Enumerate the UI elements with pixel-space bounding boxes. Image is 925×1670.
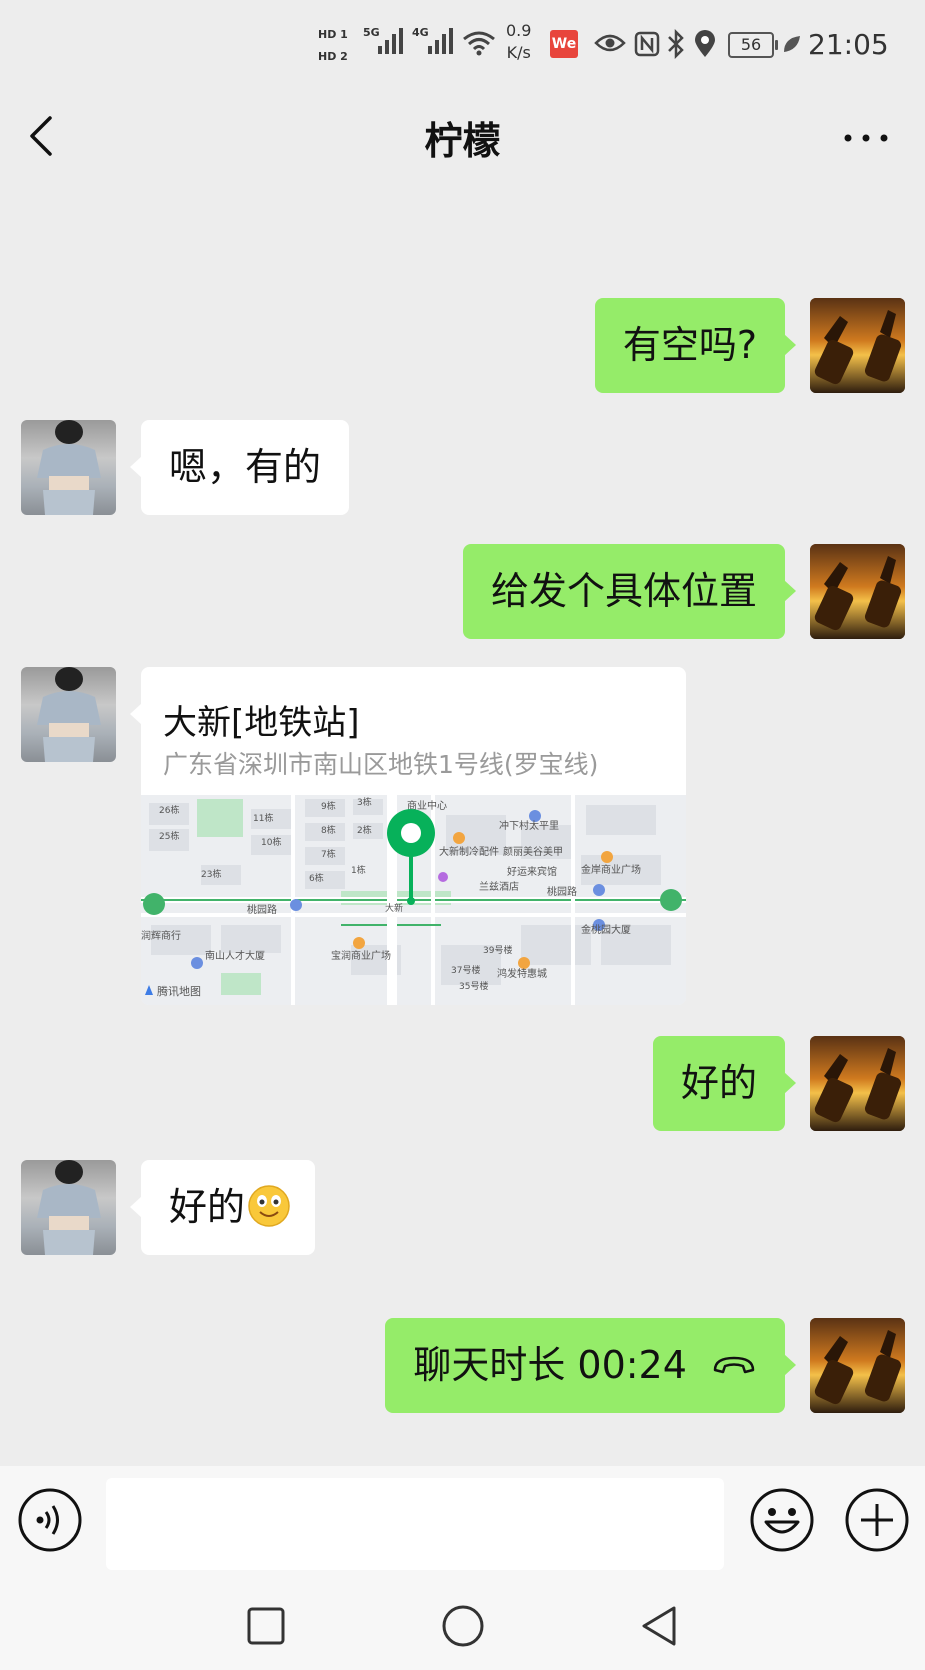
map-label: 26栋: [159, 804, 179, 816]
chat-header: 柠檬: [0, 90, 925, 182]
phone-hangup-icon: [713, 1356, 755, 1374]
call-duration-text: 聊天时长 00:24: [413, 1343, 687, 1387]
map-label: 35号楼: [459, 980, 488, 992]
person-photo-image: [37, 420, 101, 515]
emoji-icon[interactable]: [748, 1486, 816, 1554]
signal-icon: [428, 28, 453, 54]
triangle-back-icon[interactable]: [630, 1596, 690, 1656]
eye-icon: [594, 34, 626, 52]
map-label: 好运来宾馆: [507, 865, 557, 878]
map-label: 23栋: [201, 868, 221, 880]
voice-icon[interactable]: [16, 1486, 84, 1554]
map-label: 10栋: [261, 836, 281, 848]
map-label: 6栋: [309, 872, 324, 884]
map-label: 兰兹酒店: [479, 880, 519, 893]
network-speed: 0.9 K/s: [506, 20, 531, 64]
map-image: 26栋 25栋 11栋 10栋 23栋 9栋 8栋 7栋 6栋 3栋 2栋 1栋…: [141, 795, 686, 1005]
smiley-emoji: [248, 1185, 290, 1227]
speed-unit: K/s: [506, 43, 531, 62]
location-card[interactable]: 大新[地铁站] 广东省深圳市南山区地铁1号线(罗宝线) 26栋 25栋 11栋 …: [141, 667, 686, 1005]
location-name: 大新[地铁站]: [163, 703, 360, 743]
map-label: 39号楼: [483, 944, 512, 956]
hd2-label: HD 2: [318, 50, 348, 63]
page-title: 柠檬: [424, 119, 501, 163]
map-provider-label: 腾讯地图: [157, 984, 201, 998]
map-label: 25栋: [159, 830, 179, 842]
map-label: 冲下村太平里: [499, 819, 559, 832]
battery-indicator: 56: [728, 32, 778, 58]
nfc-icon: [634, 31, 660, 57]
map-label: 鸿发特惠城: [497, 967, 547, 980]
message-bubble-me[interactable]: 给发个具体位置: [462, 544, 797, 639]
map-label: 金桃园大厦: [581, 923, 631, 936]
avatar-me[interactable]: [810, 1318, 905, 1413]
plus-circle-icon[interactable]: [843, 1486, 911, 1554]
map-label: 颜丽美谷美甲: [503, 845, 563, 858]
beer-bottles-image: [810, 298, 905, 393]
map-label: 桃园路: [547, 885, 577, 898]
map-label: 3栋: [357, 796, 372, 808]
map-label: 2栋: [357, 824, 372, 836]
location-address: 广东省深圳市南山区地铁1号线(罗宝线): [163, 750, 599, 779]
avatar-other[interactable]: [21, 667, 116, 762]
leaf-icon: [784, 36, 800, 52]
status-bar: HD 1 HD 2 5G 4G 0.9 K/s We 56 21:05: [0, 0, 925, 90]
avatar-other[interactable]: [21, 1160, 116, 1255]
circle-icon[interactable]: [433, 1596, 493, 1656]
beer-bottles-image: [810, 1036, 905, 1131]
map-label: 大新: [385, 902, 403, 914]
map-label: 1栋: [351, 864, 366, 876]
message-text: 好的: [169, 1185, 246, 1229]
location-icon: [695, 30, 715, 57]
avatar-me[interactable]: [810, 544, 905, 639]
beer-bottles-image: [810, 1318, 905, 1413]
avatar-me[interactable]: [810, 1036, 905, 1131]
map-label: 南山人才大厦: [205, 949, 265, 962]
message-bubble-me[interactable]: 好的: [652, 1036, 797, 1131]
avatar-me[interactable]: [810, 298, 905, 393]
wechat-badge: We: [550, 30, 578, 58]
clock: 21:05: [808, 28, 889, 61]
beer-bottles-image: [810, 544, 905, 639]
map-label: 11栋: [253, 812, 273, 824]
input-bar: [0, 1466, 925, 1584]
wifi-icon: [463, 31, 495, 56]
net2-label: 4G: [412, 26, 429, 39]
message-bubble-other[interactable]: 好的: [129, 1160, 316, 1255]
bluetooth-icon: [668, 29, 684, 59]
person-photo-image: [37, 667, 101, 762]
map-label: 金岸商业广场: [581, 863, 641, 876]
map-label: 9栋: [321, 800, 336, 812]
map-label: 7栋: [321, 848, 336, 860]
avatar-other[interactable]: [21, 420, 116, 515]
ellipsis-icon[interactable]: [838, 118, 898, 158]
map-label: 37号楼: [451, 964, 480, 976]
map-label: 桃园路: [247, 903, 277, 916]
map-label: 润辉商行: [141, 929, 181, 942]
signal-icon: [378, 28, 403, 54]
message-bubble-other[interactable]: 嗯，有的: [129, 420, 350, 515]
speed-value: 0.9: [506, 21, 532, 40]
map-preview[interactable]: 26栋 25栋 11栋 10栋 23栋 9栋 8栋 7栋 6栋 3栋 2栋 1栋…: [141, 795, 686, 1005]
message-input[interactable]: [106, 1478, 724, 1570]
person-photo-image: [37, 1160, 101, 1255]
system-nav-bar: [0, 1584, 925, 1670]
hd1-label: HD 1: [318, 28, 348, 41]
map-label: 大新制冷配件: [439, 845, 499, 858]
message-bubble-me[interactable]: 有空吗?: [594, 298, 797, 393]
map-label: 8栋: [321, 824, 336, 836]
map-label: 宝润商业广场: [331, 949, 391, 962]
square-icon[interactable]: [236, 1596, 296, 1656]
call-duration-bubble[interactable]: 聊天时长 00:24: [385, 1318, 796, 1413]
hd-indicator: HD 1 HD 2: [318, 24, 348, 68]
